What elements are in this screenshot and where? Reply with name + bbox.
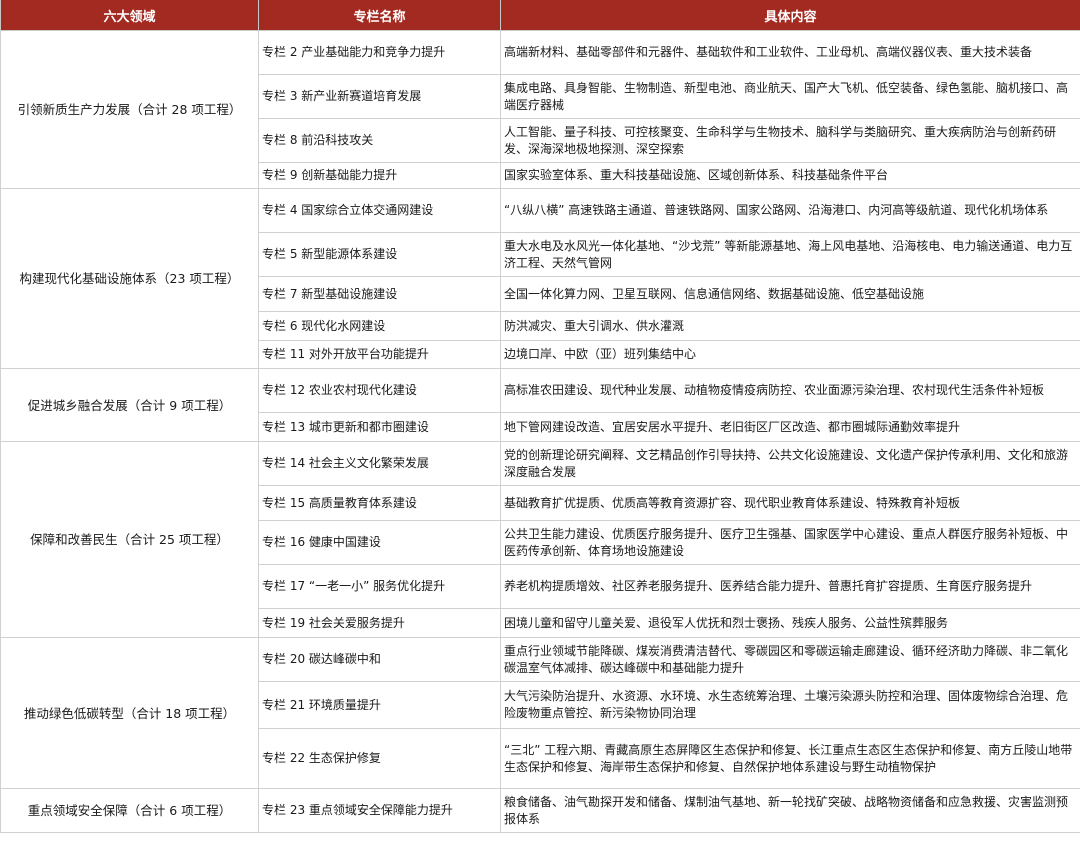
content-cell: 国家实验室体系、重大科技基础设施、区域创新体系、科技基础条件平台 bbox=[500, 162, 1080, 189]
table-row: 保障和改善民生（合计 25 项工程） 专栏 14 社会主义文化繁荣发展 党的创新理论… bbox=[0, 441, 1080, 638]
column-name-cell: 专栏 4 国家综合立体交通网建设 bbox=[258, 188, 501, 233]
content-cell: 边境口岸、中欧（亚）班列集结中心 bbox=[500, 340, 1080, 369]
header-row: 六大领域 专栏名称 具体内容 bbox=[0, 0, 1080, 31]
table-row: 引领新质生产力发展（合计 28 项工程） 专栏 2 产业基础能力和竞争力提升 高端新… bbox=[0, 30, 1080, 189]
column-name-cell: 专栏 9 创新基础能力提升 bbox=[258, 162, 501, 189]
table-row: 推动绿色低碳转型（合计 18 项工程） 专栏 20 碳达峰碳中和 重点行业领域节能降… bbox=[0, 637, 1080, 789]
content-cell: 重点行业领域节能降碳、煤炭消费清洁替代、零碳园区和零碳运输走廊建设、循环经济助力… bbox=[500, 637, 1080, 682]
column-name-cell: 专栏 7 新型基础设施建设 bbox=[258, 276, 501, 312]
table-row: 促进城乡融合发展（合计 9 项工程） 专栏 12 农业农村现代化建设 高标准农田建设… bbox=[0, 368, 1080, 442]
domain-cell: 重点领域安全保障（合计 6 项工程） bbox=[0, 788, 259, 833]
content-cell: “三北” 工程六期、青藏高原生态屏障区生态保护和修复、长江重点生态区生态保护和修… bbox=[500, 728, 1080, 789]
column-name-cell: 专栏 22 生态保护修复 bbox=[258, 728, 501, 789]
column-name-cell: 专栏 23 重点领域安全保障能力提升 bbox=[258, 788, 501, 833]
header-domain: 六大领域 bbox=[0, 0, 259, 31]
content-cell: 党的创新理论研究阐释、文艺精品创作引导扶持、公共文化设施建设、文化遗产保护传承利… bbox=[500, 441, 1080, 486]
content-cell: 重大水电及水风光一体化基地、“沙戈荒” 等新能源基地、海上风电基地、沿海核电、电… bbox=[500, 232, 1080, 277]
content-cell: 集成电路、具身智能、生物制造、新型电池、商业航天、国产大飞机、低空装备、绿色氢能… bbox=[500, 74, 1080, 119]
column-name-cell: 专栏 17 “一老一小” 服务优化提升 bbox=[258, 564, 501, 609]
content-cell: 困境儿童和留守儿童关爱、退役军人优抚和烈士褒扬、残疾人服务、公益性殡葬服务 bbox=[500, 608, 1080, 638]
column-name-cell: 专栏 3 新产业新赛道培育发展 bbox=[258, 74, 501, 119]
column-name-cell: 专栏 6 现代化水网建设 bbox=[258, 311, 501, 341]
column-name-cell: 专栏 15 高质量教育体系建设 bbox=[258, 485, 501, 521]
project-table: 六大领域 专栏名称 具体内容 引领新质生产力发展（合计 28 项工程） 专栏 2 … bbox=[0, 0, 1080, 833]
content-cell: 高标准农田建设、现代种业发展、动植物疫情疫病防控、农业面源污染治理、农村现代生活… bbox=[500, 368, 1080, 413]
domain-cell: 促进城乡融合发展（合计 9 项工程） bbox=[0, 368, 259, 442]
domain-cell: 构建现代化基础设施体系（23 项工程） bbox=[0, 188, 259, 369]
column-name-cell: 专栏 13 城市更新和都市圈建设 bbox=[258, 412, 501, 442]
column-name-cell: 专栏 20 碳达峰碳中和 bbox=[258, 637, 501, 682]
table-row: 重点领域安全保障（合计 6 项工程） 专栏 23 重点领域安全保障能力提升 粮食储备… bbox=[0, 788, 1080, 833]
column-name-cell: 专栏 19 社会关爱服务提升 bbox=[258, 608, 501, 638]
content-cell: 防洪减灾、重大引调水、供水灌溉 bbox=[500, 311, 1080, 341]
column-name-cell: 专栏 16 健康中国建设 bbox=[258, 520, 501, 565]
content-cell: 全国一体化算力网、卫星互联网、信息通信网络、数据基础设施、低空基础设施 bbox=[500, 276, 1080, 312]
content-cell: 地下管网建设改造、宜居安居水平提升、老旧街区厂区改造、都市圈城际通勤效率提升 bbox=[500, 412, 1080, 442]
content-cell: 粮食储备、油气勘探开发和储备、煤制油气基地、新一轮找矿突破、战略物资储备和应急救… bbox=[500, 788, 1080, 833]
domain-cell: 保障和改善民生（合计 25 项工程） bbox=[0, 441, 259, 638]
domain-cell: 推动绿色低碳转型（合计 18 项工程） bbox=[0, 637, 259, 789]
column-name-cell: 专栏 12 农业农村现代化建设 bbox=[258, 368, 501, 413]
content-cell: 大气污染防治提升、水资源、水环境、水生态统筹治理、土壤污染源头防控和治理、固体废… bbox=[500, 681, 1080, 729]
content-cell: 基础教育扩优提质、优质高等教育资源扩容、现代职业教育体系建设、特殊教育补短板 bbox=[500, 485, 1080, 521]
domain-cell: 引领新质生产力发展（合计 28 项工程） bbox=[0, 30, 259, 189]
content-cell: 养老机构提质增效、社区养老服务提升、医养结合能力提升、普惠托育扩容提质、生育医疗… bbox=[500, 564, 1080, 609]
column-name-cell: 专栏 21 环境质量提升 bbox=[258, 681, 501, 729]
column-name-cell: 专栏 11 对外开放平台功能提升 bbox=[258, 340, 501, 369]
content-cell: “八纵八横” 高速铁路主通道、普速铁路网、国家公路网、沿海港口、内河高等级航道、… bbox=[500, 188, 1080, 233]
column-name-cell: 专栏 8 前沿科技攻关 bbox=[258, 118, 501, 163]
table-row: 构建现代化基础设施体系（23 项工程） 专栏 4 国家综合立体交通网建设 “八纵八横… bbox=[0, 188, 1080, 369]
column-name-cell: 专栏 14 社会主义文化繁荣发展 bbox=[258, 441, 501, 486]
content-cell: 人工智能、量子科技、可控核聚变、生命科学与生物技术、脑科学与类脑研究、重大疾病防… bbox=[500, 118, 1080, 163]
content-cell: 公共卫生能力建设、优质医疗服务提升、医疗卫生强基、国家医学中心建设、重点人群医疗… bbox=[500, 520, 1080, 565]
header-content: 具体内容 bbox=[500, 0, 1080, 31]
content-cell: 高端新材料、基础零部件和元器件、基础软件和工业软件、工业母机、高端仪器仪表、重大… bbox=[500, 30, 1080, 75]
header-column-name: 专栏名称 bbox=[258, 0, 501, 31]
column-name-cell: 专栏 2 产业基础能力和竞争力提升 bbox=[258, 30, 501, 75]
table-body: 引领新质生产力发展（合计 28 项工程） 专栏 2 产业基础能力和竞争力提升 高端新… bbox=[0, 30, 1080, 833]
column-name-cell: 专栏 5 新型能源体系建设 bbox=[258, 232, 501, 277]
